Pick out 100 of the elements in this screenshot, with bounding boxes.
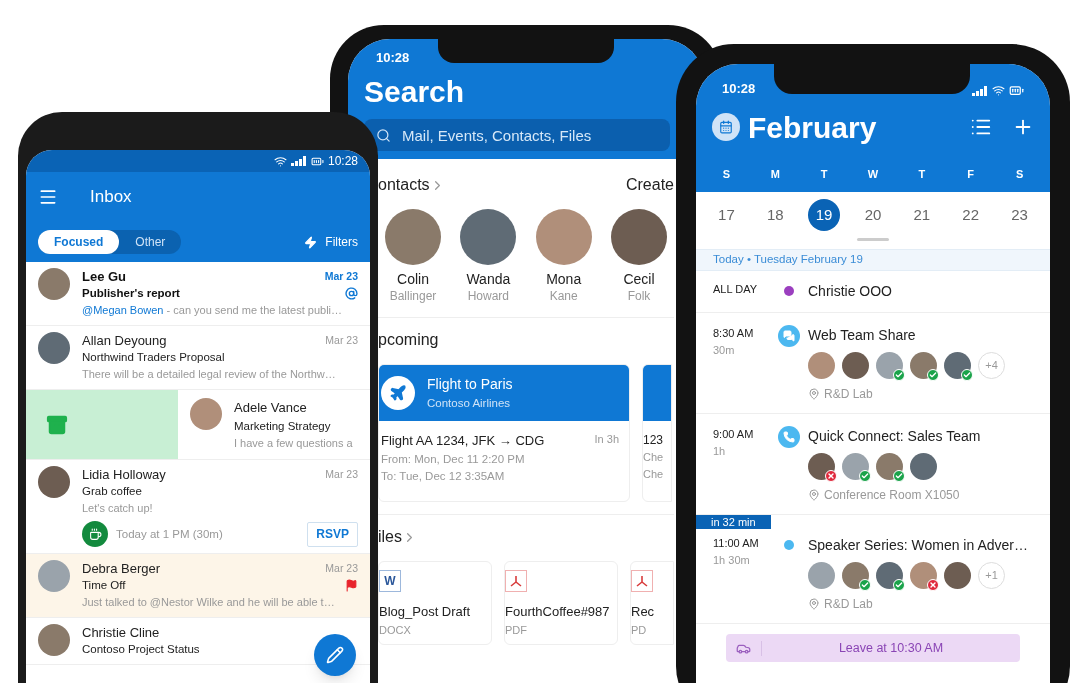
trip-title: Flight to Paris [427,374,513,394]
contact-last-name: Folk [627,288,651,305]
drag-handle[interactable] [857,238,889,241]
trip-line: Che [643,450,665,465]
mail-preview: I have a few questions a [234,435,353,451]
section-heading: ontacts [378,175,430,195]
rsvp-button[interactable]: RSVP [307,521,358,547]
signal-icon [972,85,988,96]
event-time: 8:30 AM [713,326,755,341]
weekday-label: T [819,166,829,182]
event-row[interactable]: 8:30 AM 30m Web Team Share +4 R&D Lab [696,313,1050,414]
contact-last-name: Howard [467,288,509,305]
mail-date: Mar 23 [325,467,358,482]
avatar [611,209,667,265]
phone-icon [778,426,800,448]
mail-preview: There will be a detailed legal review of the Northw… [82,367,337,382]
event-row[interactable]: 9:00 AM 1h Quick Connect: Sales Team Conference Room X1050 [696,414,1050,515]
sender-name: Allan Deyoung [82,332,167,349]
weekday-label: M [769,166,781,182]
file-type: DOCX [379,622,412,638]
inbox-tab[interactable]: Other [119,230,182,254]
file-card[interactable]: FourthCoffee#987 PDF [504,561,618,645]
pdf-file-icon [631,570,653,592]
contact-last-name: Ballinger [389,288,437,305]
status-time: 10:28 [327,153,358,170]
sender-name: Lee Gu [82,268,127,285]
mail-preview: @Megan Bowen - can you send me the latest publi… [82,303,344,318]
contact-first-name: Wanda [466,271,511,287]
event-title: Quick Connect: Sales Team [808,427,981,446]
mail-subject: Marketing Strategy [234,418,332,434]
contact-card[interactable]: Mona Kane [528,209,599,305]
mail-date: Mar 23 [324,269,358,284]
sender-name: Lidia Holloway [82,466,166,483]
pencil-icon [326,646,344,664]
event-row[interactable]: ALL DAY Christie OOO [696,271,1050,313]
avatar [38,560,70,592]
date-cell[interactable]: 22 [954,199,987,231]
contact-card[interactable]: Wanda Howard [453,209,524,305]
date-cell[interactable]: 21 [905,199,938,231]
signal-icon [290,156,307,166]
departure-time: From: Mon, Dec 11 2:20 PM [380,451,526,467]
avatar [38,466,70,498]
create-link[interactable]: Create [625,173,674,197]
event-location: R&D Lab [824,386,873,403]
airline-name: Contoso Airlines [427,395,512,411]
inbox-tab[interactable]: Focused [38,230,120,254]
calendar-avatar-icon[interactable] [712,113,740,141]
wifi-icon [992,84,1005,97]
contact-card[interactable]: Colin Ballinger [378,209,448,305]
status-time: 10:28 [722,79,756,98]
contact-first-name: Mona [546,271,582,287]
event-time: 11:00 AM [713,536,760,551]
mail-subject: Contoso Project Status [82,642,200,657]
event-duration: 30m [713,342,736,358]
sender-name: Adele Vance [234,399,308,417]
file-name: Rec [631,603,656,621]
contact-first-name: Colin [397,271,429,287]
file-card[interactable]: Rec PD [630,561,674,645]
search-field[interactable]: Mail, Events, Contacts, Files [364,119,670,151]
contact-last-name: Kane [549,288,578,305]
contact-first-name: Cecil [623,271,655,287]
search-icon [376,128,391,143]
location-pin-icon [808,489,820,501]
event-row[interactable]: in 32 min 11:00 AM 1h 30m Speaker Series: Women in Adver… +1 R&D Lab [696,515,1050,624]
mail-preview: Just talked to @Nestor Wilke and he will be able t… [82,595,336,610]
event-time: 9:00 AM [713,427,755,442]
mail-subject: Grab coffee [82,484,142,499]
event-title: Web Team Share [808,326,917,345]
search-title: Search [364,74,466,110]
trip-line: 123 [643,432,665,449]
sender-name: Debra Berger [82,560,161,577]
date-cell[interactable]: 17 [710,199,743,231]
inbox-title: Inbox [90,186,132,208]
airplane-icon [381,376,415,410]
weekday-label: W [866,166,880,182]
flight-card[interactable]: Flight to Paris Contoso Airlines Flight AA 1234, JFK → CDG In 3h From: Mon, Dec 11 2:20 PM To: Tue, Dec 12 3:35AM [378,364,630,502]
date-cell[interactable]: 19 [808,199,841,231]
month-title: February [748,109,877,146]
pdf-file-icon [505,570,527,592]
battery-icon [1009,83,1024,98]
status-time: 10:28 [376,48,410,67]
trip-card[interactable]: 123 Che Che [642,364,672,502]
event-time: ALL DAY [713,282,759,297]
mail-row[interactable]: Debra Berger Mar 23 Time Off Just talked to @Nestor Wilke and he will be able t… [26,554,370,618]
date-cell[interactable]: 18 [759,199,792,231]
avatar [190,398,222,430]
event-duration: 1h [713,443,727,459]
event-location: Conference Room X1050 [824,487,960,504]
filters-button[interactable]: Filters [304,233,358,251]
trip-line: Che [643,466,665,482]
sender-name: Christie Cline [82,624,160,641]
avatar [385,209,441,265]
archive-swipe-area[interactable] [26,390,178,459]
date-cell[interactable]: 20 [857,199,889,231]
mail-subject: Northwind Traders Proposal [82,350,225,365]
wifi-icon [273,154,287,168]
today-label: Today • Tuesday February 19 [713,252,863,268]
leave-banner[interactable]: Leave at 10:30 AM [726,634,1020,662]
date-cell[interactable]: 23 [1003,199,1036,231]
contact-card[interactable]: Cecil Folk [604,209,674,305]
